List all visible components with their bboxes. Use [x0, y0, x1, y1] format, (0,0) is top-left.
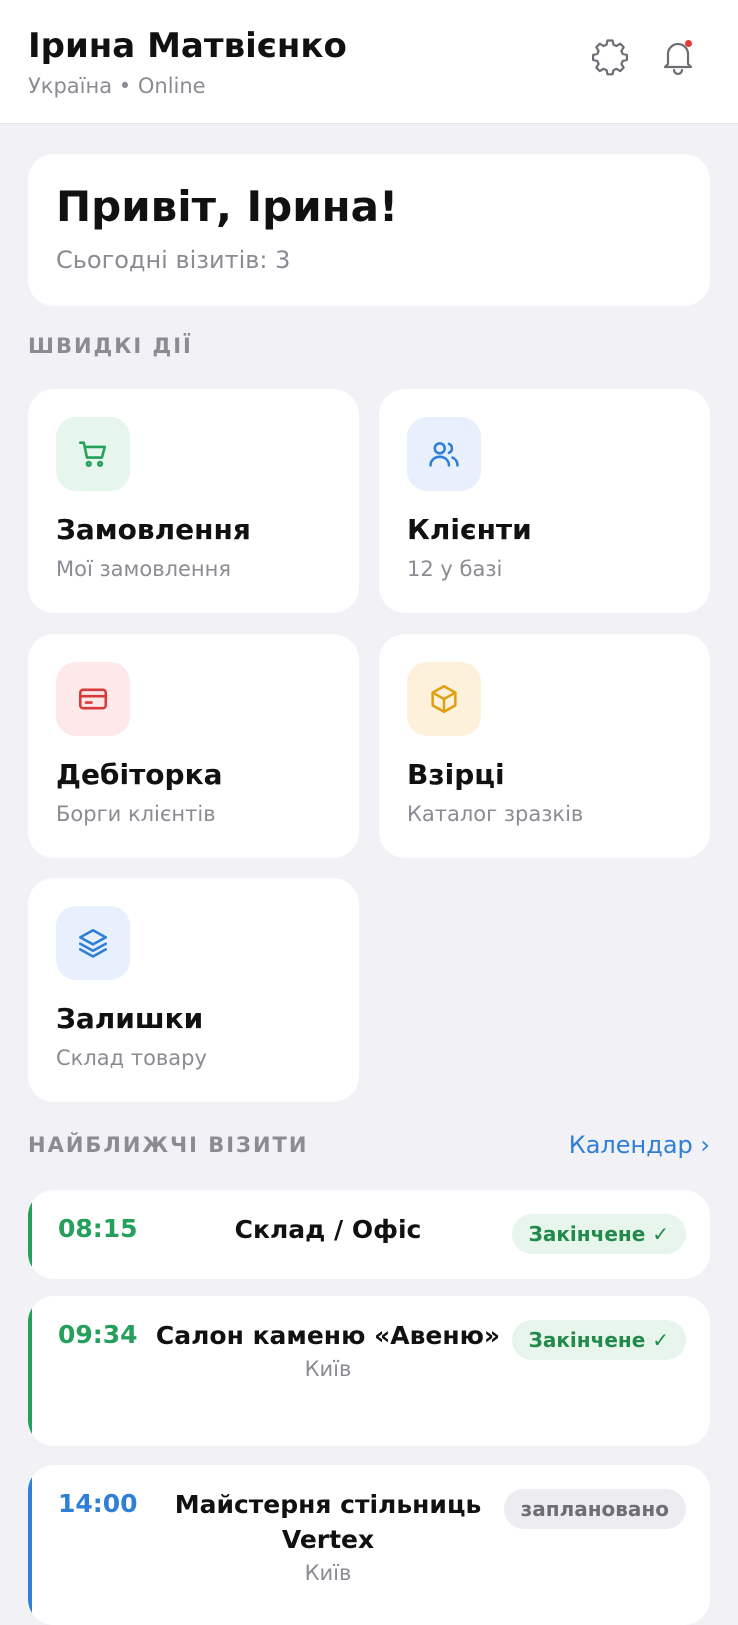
visit-time: 09:34: [58, 1320, 138, 1349]
gear-icon[interactable]: [590, 36, 630, 76]
visit-time: 14:00: [58, 1489, 138, 1518]
status-badge: Закінчене ✓: [511, 1214, 686, 1254]
tile-title: Клієнти: [407, 513, 532, 546]
visit-card[interactable]: 08:15 Склад / Офіс Закінчене ✓: [28, 1190, 710, 1279]
tile-subtitle: 12 у базі: [407, 557, 503, 581]
tile-title: Взірці: [407, 758, 505, 791]
tile-title: Дебіторка: [56, 758, 223, 791]
visit-info: Склад / Офіс: [153, 1212, 503, 1247]
visit-city: Київ: [304, 1561, 352, 1585]
visit-name: Майстерня стільниць Vertex: [174, 1490, 482, 1554]
tile-stock[interactable]: Залишки Склад товару: [28, 878, 359, 1102]
tile-clients[interactable]: Клієнти 12 у базі: [379, 389, 710, 613]
status-badge: заплановано: [503, 1489, 686, 1529]
box-icon: [407, 662, 481, 736]
tile-orders[interactable]: Замовлення Мої замовлення: [28, 389, 359, 613]
tile-receivables[interactable]: Дебіторка Борги клієнтів: [28, 634, 359, 858]
visits-label: НАЙБЛИЖЧІ ВІЗИТИ: [28, 1133, 309, 1157]
visit-name: Склад / Офіс: [234, 1215, 422, 1244]
user-status: Україна • Online: [28, 74, 206, 98]
tile-subtitle: Каталог зразків: [407, 802, 584, 826]
quick-actions-label: ШВИДКІ ДІЇ: [28, 334, 193, 358]
user-name: Ірина Матвієнко: [28, 26, 347, 66]
cart-icon: [56, 417, 130, 491]
visit-time: 08:15: [58, 1214, 138, 1243]
tile-title: Замовлення: [56, 513, 251, 546]
visit-city: Київ: [304, 1357, 352, 1381]
visit-info: Салон каменю «Авеню» Київ: [153, 1318, 503, 1381]
visit-card[interactable]: 14:00 Майстерня стільниць Vertex Київ за…: [28, 1465, 710, 1625]
bell-icon[interactable]: [658, 36, 698, 76]
tile-samples[interactable]: Взірці Каталог зразків: [379, 634, 710, 858]
status-badge: Закінчене ✓: [511, 1320, 686, 1360]
greeting-title: Привіт, Ірина!: [56, 182, 399, 231]
greeting-card: Привіт, Ірина! Сьогодні візитів: 3: [28, 154, 710, 306]
tile-subtitle: Мої замовлення: [56, 557, 232, 581]
calendar-link[interactable]: Календар ›: [569, 1131, 710, 1159]
visit-card[interactable]: 09:34 Салон каменю «Авеню» Київ Закінчен…: [28, 1296, 710, 1446]
tile-subtitle: Борги клієнтів: [56, 802, 216, 826]
layers-icon: [56, 906, 130, 980]
notification-dot: [685, 40, 692, 47]
greeting-subtitle: Сьогодні візитів: 3: [56, 246, 291, 274]
visit-info: Майстерня стільниць Vertex Київ: [153, 1487, 503, 1585]
app-header: Ірина Матвієнко Україна • Online: [0, 0, 738, 124]
users-icon: [407, 417, 481, 491]
tile-title: Залишки: [56, 1002, 204, 1035]
visit-name: Салон каменю «Авеню»: [155, 1321, 501, 1350]
credit-card-icon: [56, 662, 130, 736]
tile-subtitle: Склад товару: [56, 1046, 207, 1070]
